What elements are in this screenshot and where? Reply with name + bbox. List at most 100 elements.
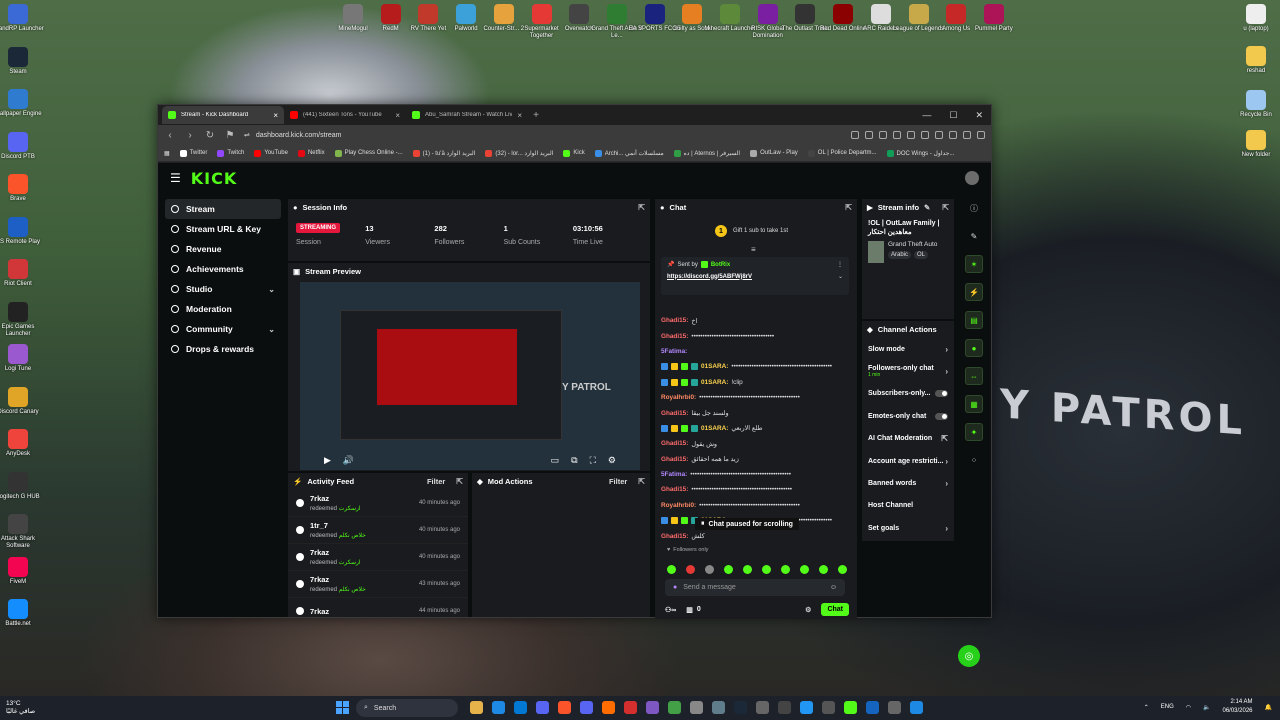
toggle-switch[interactable] (935, 412, 948, 420)
channel-action-item[interactable]: AI Chat Moderation ⇱ (862, 428, 954, 450)
volume-icon[interactable]: 🔈 (1203, 704, 1210, 711)
browser-tab[interactable]: Stream - Kick Dashboard × (162, 106, 284, 124)
chat-message[interactable]: 01SARA: !clip (661, 375, 849, 390)
chat-username[interactable]: 01SARA: (701, 425, 728, 432)
more-icon[interactable]: ⋮ (837, 261, 843, 268)
sort-icon[interactable]: ≡ (751, 245, 756, 254)
taskbar-search[interactable]: ⌕ Search (356, 699, 458, 717)
close-icon[interactable]: ✕ (975, 110, 983, 121)
sub-gift-banner[interactable]: 1 Gift 1 sub to take 1st (715, 225, 788, 237)
bookmark-item[interactable]: Play Chess Online -... (334, 149, 403, 157)
chat-message[interactable]: Ghadi15: ••••••••••••••••••••••••••••••••… (661, 328, 849, 343)
url-field[interactable]: ⇌ dashboard.kick.com/stream (244, 128, 843, 142)
sidebar-item-stream-url-key[interactable]: Stream URL & Key (165, 219, 281, 239)
desktop-icon[interactable]: Recycle Bin (1228, 90, 1280, 119)
activity-item[interactable]: 7rkaz redeemed خلاص نكلم 43 minutes ago (288, 571, 468, 598)
bookmark-item[interactable]: (1) - tu'ä البريد الوارد (412, 149, 475, 157)
stream-tag[interactable]: Arabic (888, 251, 912, 259)
activity-item[interactable]: 1tr_7 redeemed خلاص نكلم 40 minutes ago (288, 517, 468, 544)
desktop-icon[interactable]: PS Remote Play (0, 216, 46, 246)
channel-action-item[interactable]: Set goals › (862, 517, 954, 539)
desktop-icon[interactable]: u (laptop) (1228, 4, 1280, 33)
link-icon[interactable]: ⇔ (965, 367, 983, 385)
desktop-icon[interactable]: Attack Shark Software (0, 514, 46, 550)
chat-username[interactable]: Ghadi15: (661, 317, 688, 324)
chat-message[interactable]: Ghadi15: زيد ما همه احقائق (661, 452, 849, 467)
stream-tag[interactable]: OL (914, 251, 929, 259)
sidebar-item-drops-rewards[interactable]: Drops & rewards (165, 339, 281, 359)
pinned-message[interactable]: 📌 Sent by BotRix ⋮ https://discord.gg/5A… (661, 257, 849, 295)
chat-message[interactable]: Ghadi15: ••••••••••••••••••••••••••••••••… (661, 482, 849, 497)
desktop-icon[interactable]: reshad (1228, 46, 1280, 75)
edit-icon[interactable]: ✎ (965, 227, 983, 245)
bucket-icon[interactable]: ▥ (686, 606, 693, 614)
chat-username[interactable]: Ghadi15: (661, 333, 688, 340)
popout-icon[interactable]: ⇱ (638, 477, 645, 486)
taskbar-apps[interactable] (470, 701, 923, 714)
popout-icon[interactable]: ⇱ (942, 203, 949, 212)
channel-action-item[interactable]: Banned words › (862, 472, 954, 494)
bookmark-item[interactable]: Twitch (217, 149, 244, 157)
sidebar-item-achievements[interactable]: Achievements (165, 259, 281, 279)
start-icon[interactable] (336, 701, 349, 714)
clock[interactable]: 2:14 AM 06/03/2026 (1222, 698, 1252, 716)
notification-icon[interactable]: 🔔 (1265, 704, 1272, 711)
bookmark-item[interactable]: Netflix (297, 149, 325, 157)
chat-message[interactable]: 01SARA:•••••••••••••••••••••••••••••••••… (661, 359, 849, 374)
chat-settings-icon[interactable]: ⚙ (805, 606, 811, 614)
chat-username[interactable]: Ghadi15: (661, 486, 688, 493)
maximize-icon[interactable]: ☐ (949, 110, 957, 121)
desktop-icon[interactable]: GrandRP Launcher (0, 4, 46, 33)
desktop-icon[interactable]: Brave (0, 174, 46, 203)
desktop-icon[interactable]: Epic Games Launcher (0, 301, 46, 338)
desktop-icon[interactable]: Battle.net (0, 599, 46, 628)
desktop-icon[interactable]: AnyDesk (0, 429, 46, 458)
settings-icon[interactable]: ⚙ (608, 455, 616, 466)
desktop-icon[interactable]: Steam (0, 46, 46, 76)
volume-icon[interactable]: 🔊 (343, 455, 354, 466)
popout-icon[interactable]: ⇱ (456, 477, 463, 486)
mod-filter-button[interactable]: Filter (609, 477, 627, 486)
chat-bubble-icon[interactable]: ● (965, 339, 983, 357)
close-tab-icon[interactable]: × (395, 111, 400, 120)
activity-item[interactable]: 7rkaz redeemed ارسكرت 40 minutes ago (288, 544, 468, 571)
desktop-icon[interactable]: Riot Client (0, 259, 46, 288)
desktop-icon[interactable]: Discord Canary (0, 386, 46, 416)
extension-icons[interactable] (851, 131, 985, 139)
channel-action-item[interactable]: Slow mode › (862, 338, 954, 360)
chat-paused-banner[interactable]: ⏸ Chat paused for scrolling (695, 518, 799, 530)
chat-username[interactable]: 01SARA: (701, 379, 728, 386)
close-tab-icon[interactable]: × (517, 111, 522, 120)
dots-icon[interactable]: ⁘ (965, 451, 983, 469)
bookmark-item[interactable]: OutLaw - Play (750, 149, 798, 157)
bookmark-item[interactable]: Twitter (179, 149, 207, 157)
desktop-icon[interactable]: Discord PTB (0, 131, 46, 161)
chat-message[interactable]: Royalhrbi0: •••••••••••••••••••••••••••••… (661, 498, 849, 513)
chat-username[interactable]: Ghadi15: (661, 440, 688, 447)
back-icon[interactable]: ‹ (164, 130, 176, 141)
minimize-icon[interactable]: — (922, 110, 931, 121)
chat-username[interactable]: 5Fatima: (661, 471, 687, 478)
lightning-icon[interactable]: ⚡ (965, 283, 983, 301)
theater-icon[interactable]: ▭ (551, 455, 560, 466)
close-tab-icon[interactable]: × (273, 111, 278, 120)
weather-widget[interactable]: 13°C صافي غالبًا (0, 700, 64, 716)
language-indicator[interactable]: ENG (1161, 704, 1174, 710)
emoji-icon[interactable]: ☺ (830, 584, 837, 591)
raid-icon[interactable]: ✶ (965, 255, 983, 273)
sidebar-item-stream[interactable]: Stream (165, 199, 281, 219)
stack-icon[interactable]: ▦ (965, 395, 983, 413)
activity-item[interactable]: 7rkaz redeemed ارسكرت 40 minutes ago (288, 490, 468, 517)
chat-username[interactable]: Ghadi15: (661, 456, 688, 463)
channel-action-item[interactable]: Host Channel (862, 495, 954, 517)
bookmark-item[interactable]: ده | Aternos | السيرفر (673, 149, 740, 157)
info-icon[interactable]: ⓘ (965, 199, 983, 217)
kick-logo[interactable]: KICK (191, 169, 238, 188)
chevron-up-icon[interactable]: ⌃ (1144, 704, 1149, 711)
sidebar-item-revenue[interactable]: Revenue (165, 239, 281, 259)
users-infinity-icon[interactable]: ⚇∞ (665, 606, 676, 614)
site-info-icon[interactable]: ⇌ (244, 131, 250, 139)
browser-tab[interactable]: (441) Sixteen Tons - YouTube × (284, 106, 406, 124)
bookmark-item[interactable]: Kick (563, 149, 585, 157)
apps-icon[interactable]: ▦ (164, 150, 170, 157)
